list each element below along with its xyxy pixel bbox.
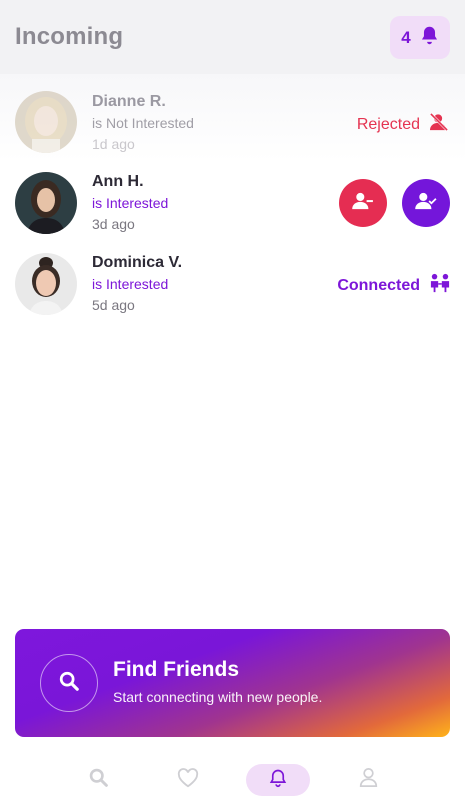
bottom-tab-bar	[0, 760, 465, 812]
requester-name: Dominica V.	[92, 254, 183, 271]
search-button[interactable]	[40, 654, 98, 712]
requester-name: Ann H.	[92, 173, 144, 190]
requester-status: is Not Interested	[92, 115, 194, 131]
page-title: Incoming	[15, 23, 124, 50]
user-minus-icon	[352, 192, 374, 215]
tab-search[interactable]	[66, 764, 130, 796]
user-blocked-icon	[429, 112, 449, 136]
users-connected-icon	[430, 273, 450, 298]
connected-label: Connected	[337, 276, 420, 294]
find-friends-title: Find Friends	[113, 658, 239, 681]
user-check-icon	[415, 192, 437, 215]
avatar	[15, 172, 77, 234]
user-icon	[359, 767, 378, 793]
search-icon	[88, 767, 109, 793]
bell-icon	[269, 768, 287, 793]
search-icon	[58, 670, 80, 697]
accept-button[interactable]	[402, 179, 450, 227]
avatar	[15, 91, 77, 153]
bell-icon	[420, 25, 439, 51]
tab-profile[interactable]	[336, 764, 400, 796]
heart-icon	[177, 767, 199, 793]
notification-button[interactable]: 4	[390, 16, 450, 59]
avatar	[15, 253, 77, 315]
notification-count: 4	[401, 27, 411, 47]
list-item[interactable]: Dominica V. is Interested 5d ago Connect…	[0, 253, 465, 334]
tab-notifications[interactable]	[246, 764, 310, 796]
list-item[interactable]: Dianne R. is Not Interested 1d ago Rejec…	[0, 74, 465, 161]
decline-button[interactable]	[339, 179, 387, 227]
requester-status: is Interested	[92, 276, 169, 292]
request-time: 5d ago	[92, 297, 135, 313]
request-time: 1d ago	[92, 136, 135, 152]
list-item[interactable]: Ann H. is Interested 3d ago	[0, 172, 465, 253]
find-friends-subtitle: Start connecting with new people.	[113, 689, 323, 705]
find-friends-card[interactable]: Find Friends Start connecting with new p…	[15, 629, 450, 737]
requester-status: is Interested	[92, 195, 169, 211]
tab-favorites[interactable]	[156, 764, 220, 796]
requester-name: Dianne R.	[92, 93, 166, 110]
rejected-status: Rejected	[356, 112, 449, 136]
rejected-label: Rejected	[356, 115, 420, 133]
request-time: 3d ago	[92, 216, 135, 232]
header: Incoming 4	[0, 0, 465, 74]
connected-status: Connected	[337, 273, 450, 298]
